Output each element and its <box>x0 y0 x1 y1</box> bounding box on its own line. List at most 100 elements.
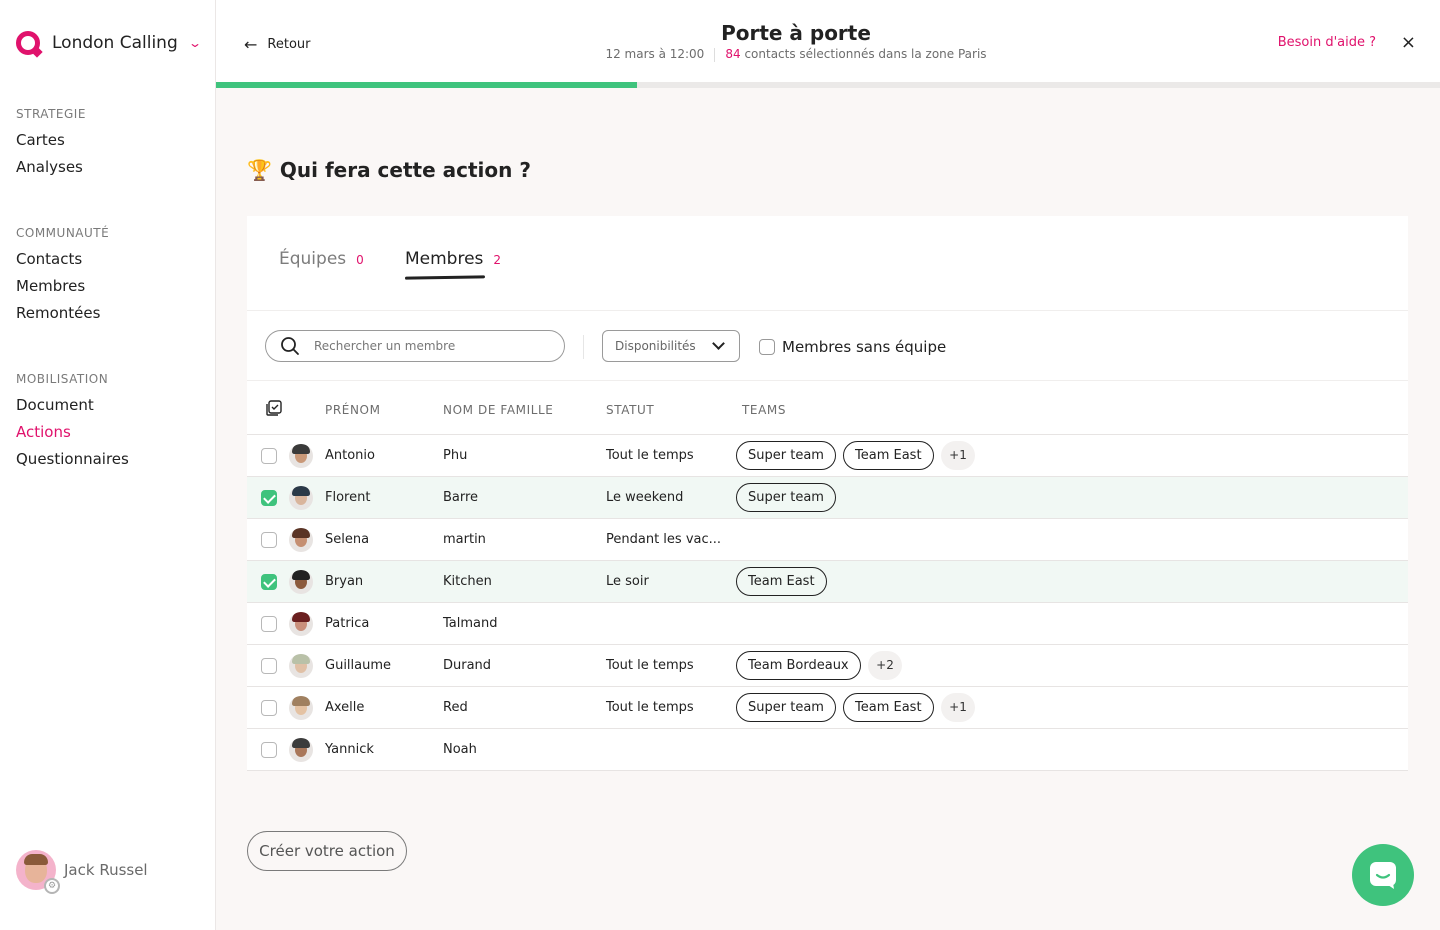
divider <box>714 47 716 62</box>
sidebar: London Calling ⌄ STRATEGIE Cartes Analys… <box>0 0 216 930</box>
trophy-icon: 🏆 <box>247 158 272 182</box>
status-cell: Tout le temps <box>606 448 694 463</box>
avatar: ⚙ <box>16 850 60 894</box>
table-row[interactable]: Patrica Talmand <box>247 603 1408 645</box>
no-team-checkbox[interactable] <box>759 339 775 355</box>
first-name-cell: Yannick <box>325 742 374 757</box>
workspace-name: London Calling <box>52 33 178 53</box>
tab-count: 2 <box>493 253 502 267</box>
sidebar-item-document[interactable]: Document <box>16 392 129 419</box>
row-checkbox[interactable] <box>261 490 277 506</box>
nav-section-communaute: COMMUNAUTÉ Contacts Membres Remontées <box>16 226 109 327</box>
chevron-down-icon <box>712 337 725 350</box>
sidebar-item-questionnaires[interactable]: Questionnaires <box>16 446 129 473</box>
chat-button[interactable] <box>1352 844 1414 906</box>
progress-fill <box>216 82 638 88</box>
availability-label: Disponibilités <box>615 339 696 353</box>
table-row[interactable]: Axelle Red Tout le temps Super team Team Eas… <box>247 687 1408 729</box>
more-teams-badge[interactable]: +2 <box>868 651 902 680</box>
create-action-button[interactable]: Créer votre action <box>247 831 407 871</box>
sidebar-item-cartes[interactable]: Cartes <box>16 127 86 154</box>
page-title: Porte à porte <box>721 21 871 45</box>
table-row[interactable]: Selena martin Pendant les vac... <box>247 519 1408 561</box>
last-name-cell: Durand <box>443 658 492 673</box>
table-row[interactable]: Antonio Phu Tout le temps Super team Team Ea… <box>247 435 1408 477</box>
row-checkbox[interactable] <box>261 658 277 674</box>
select-all-icon[interactable] <box>266 400 282 416</box>
sidebar-item-contacts[interactable]: Contacts <box>16 246 109 273</box>
last-name-cell: Noah <box>443 742 477 757</box>
column-header-teams[interactable]: TEAMS <box>742 403 786 417</box>
divider <box>583 335 584 359</box>
row-checkbox[interactable] <box>261 532 277 548</box>
availability-select[interactable]: Disponibilités <box>602 330 740 362</box>
search-input[interactable] <box>314 339 534 353</box>
first-name-cell: Bryan <box>325 574 364 589</box>
chat-icon <box>1370 862 1396 889</box>
section-title-text: Qui fera cette action ? <box>279 158 531 182</box>
brand-logo-icon <box>16 31 40 55</box>
sidebar-item-membres[interactable]: Membres <box>16 273 109 300</box>
contacts-count: 84 <box>725 47 741 61</box>
table-row[interactable]: Guillaume Durand Tout le temps Team Bordeau… <box>247 645 1408 687</box>
action-date: 12 mars à 12:00 <box>605 47 705 61</box>
contacts-text: contacts sélectionnés dans la zone Paris <box>744 47 987 61</box>
row-checkbox[interactable] <box>261 742 277 758</box>
avatar <box>289 696 313 720</box>
search-box[interactable] <box>265 330 565 362</box>
table-row[interactable]: Bryan Kitchen Le soir Team East <box>247 561 1408 603</box>
team-pill[interactable]: Super team <box>736 693 836 722</box>
workspace-switcher[interactable]: London Calling ⌄ <box>16 31 202 55</box>
team-pill[interactable]: Super team <box>736 483 836 512</box>
first-name-cell: Patrica <box>325 616 370 631</box>
team-pill[interactable]: Team East <box>843 693 934 722</box>
sidebar-item-actions[interactable]: Actions <box>16 419 129 446</box>
avatar <box>289 612 313 636</box>
user-name: Jack Russel <box>64 861 148 879</box>
column-header-last-name[interactable]: NOM DE FAMILLE <box>443 403 553 417</box>
row-checkbox[interactable] <box>261 574 277 590</box>
nav-heading: MOBILISATION <box>16 372 109 386</box>
user-profile[interactable]: ⚙ Jack Russel <box>16 850 148 894</box>
table-row[interactable]: Florent Barre Le weekend Super team <box>247 477 1408 519</box>
more-teams-badge[interactable]: +1 <box>941 693 975 722</box>
more-teams-badge[interactable]: +1 <box>941 441 975 470</box>
avatar <box>289 528 313 552</box>
row-checkbox[interactable] <box>261 616 277 632</box>
row-checkbox[interactable] <box>261 448 277 464</box>
avatar <box>289 738 313 762</box>
tab-equipes[interactable]: Équipes 0 <box>279 249 364 269</box>
column-header-status[interactable]: STATUT <box>606 403 654 417</box>
sidebar-item-analyses[interactable]: Analyses <box>16 154 86 181</box>
team-pill[interactable]: Super team <box>736 441 836 470</box>
last-name-cell: Barre <box>443 490 479 505</box>
first-name-cell: Florent <box>325 490 371 505</box>
help-link[interactable]: Besoin d'aide ? <box>1278 35 1376 50</box>
tab-membres[interactable]: Membres 2 <box>404 249 502 280</box>
status-cell: Tout le temps <box>606 658 694 673</box>
last-name-cell: Kitchen <box>443 574 492 589</box>
row-checkbox[interactable] <box>261 700 277 716</box>
sidebar-item-remontees[interactable]: Remontées <box>16 300 109 327</box>
close-icon[interactable]: × <box>1401 32 1416 53</box>
gear-icon[interactable]: ⚙ <box>44 878 60 894</box>
tab-bar: Équipes 0 Membres 2 <box>247 216 1408 311</box>
tab-label: Équipes <box>279 249 347 269</box>
active-tab-indicator <box>404 275 486 280</box>
table-row[interactable]: Yannick Noah <box>247 729 1408 771</box>
page-subtitle: 12 mars à 12:00 84 contacts sélectionnés … <box>216 47 1376 62</box>
last-name-cell: Talmand <box>443 616 498 631</box>
chevron-down-icon: ⌄ <box>187 36 202 50</box>
no-team-filter[interactable]: Membres sans équipe <box>759 338 946 356</box>
team-pill[interactable]: Team Bordeaux <box>736 651 861 680</box>
team-pill[interactable]: Team East <box>736 567 827 596</box>
section-title: 🏆 Qui fera cette action ? <box>247 158 531 182</box>
page-header: ← Retour Porte à porte 12 mars à 12:00 84… <box>216 0 1440 82</box>
status-cell: Tout le temps <box>606 700 694 715</box>
avatar <box>289 444 313 468</box>
last-name-cell: Phu <box>443 448 468 463</box>
column-header-first-name[interactable]: PRÉNOM <box>325 403 381 417</box>
status-cell: Le soir <box>606 574 649 589</box>
avatar <box>289 486 313 510</box>
team-pill[interactable]: Team East <box>843 441 934 470</box>
